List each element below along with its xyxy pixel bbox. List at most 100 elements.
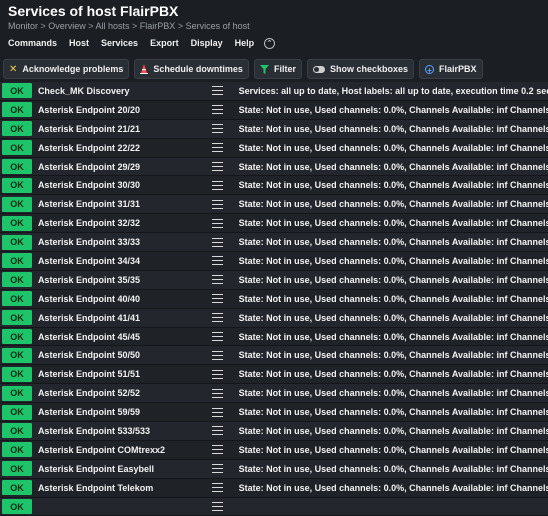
table-row[interactable]: OK Asterisk Endpoint 51/51 State: Not in u… bbox=[0, 365, 548, 385]
hamburger-menu-icon[interactable] bbox=[211, 180, 223, 190]
menu-help[interactable]: Help bbox=[235, 38, 255, 48]
show-checkboxes-button[interactable]: Show checkboxes bbox=[306, 59, 414, 79]
menu-services[interactable]: Services bbox=[101, 38, 138, 48]
service-name-link[interactable]: Asterisk Endpoint 59/59 bbox=[32, 407, 200, 417]
menu-commands[interactable]: Commands bbox=[8, 38, 57, 48]
service-output: State: Not in use, Used channels: 0.0%, … bbox=[238, 199, 548, 210]
table-row[interactable]: OK Asterisk Endpoint 52/52 State: Not in u… bbox=[0, 384, 548, 404]
hamburger-menu-icon[interactable] bbox=[211, 162, 223, 171]
table-row[interactable]: OK Asterisk Endpoint 21/21 State: Not in u… bbox=[0, 119, 548, 139]
table-row[interactable]: OK Asterisk Endpoint COMtrexx2 State: Not … bbox=[0, 440, 548, 460]
table-row[interactable]: OK Check_MK Discovery Services: all up to … bbox=[0, 82, 548, 101]
service-name-link[interactable]: Asterisk Endpoint 30/30 bbox=[32, 180, 200, 190]
table-row[interactable]: OK Asterisk Endpoint 50/50 State: Not in u… bbox=[0, 346, 548, 366]
service-name-link[interactable]: Asterisk Endpoint 52/52 bbox=[32, 388, 200, 398]
table-row[interactable]: OK bbox=[0, 497, 548, 516]
table-row[interactable]: OK Asterisk Endpoint 40/40 State: Not in u… bbox=[0, 289, 548, 309]
table-row[interactable]: OK Asterisk Endpoint 30/30 State: Not in u… bbox=[0, 176, 548, 196]
table-row[interactable]: OK Asterisk Endpoint 29/29 State: Not in u… bbox=[0, 157, 548, 177]
state-badge: OK bbox=[2, 196, 32, 212]
service-name-link[interactable]: Asterisk Endpoint 20/20 bbox=[32, 105, 200, 115]
hamburger-menu-icon[interactable] bbox=[211, 105, 223, 115]
hamburger-menu-icon[interactable] bbox=[211, 426, 223, 436]
table-row[interactable]: OK Asterisk Endpoint 59/59 State: Not in u… bbox=[0, 403, 548, 423]
hamburger-menu-icon[interactable] bbox=[211, 313, 223, 323]
hamburger-menu-icon[interactable] bbox=[211, 369, 223, 379]
filter-button[interactable]: Filter bbox=[253, 59, 302, 79]
hamburger-menu-icon[interactable] bbox=[211, 332, 223, 342]
state-badge: OK bbox=[2, 121, 32, 137]
table-row[interactable]: OK Asterisk Endpoint 35/35 State: Not in u… bbox=[0, 270, 548, 290]
hamburger-menu-icon[interactable] bbox=[211, 294, 223, 304]
hamburger-menu-icon[interactable] bbox=[211, 350, 223, 360]
acknowledge-label: Acknowledge problems bbox=[22, 64, 124, 74]
service-name-link[interactable]: Asterisk Endpoint 45/45 bbox=[32, 332, 200, 342]
state-badge: OK bbox=[2, 423, 32, 439]
table-row[interactable]: OK Asterisk Endpoint 33/33 State: Not in u… bbox=[0, 233, 548, 253]
service-name-link[interactable]: Asterisk Endpoint 22/22 bbox=[32, 143, 200, 153]
hamburger-menu-icon[interactable] bbox=[211, 237, 223, 247]
table-row[interactable]: OK Asterisk Endpoint 34/34 State: Not in u… bbox=[0, 252, 548, 271]
table-row[interactable]: OK Asterisk Endpoint 22/22 State: Not in u… bbox=[0, 138, 548, 158]
hamburger-menu-icon[interactable] bbox=[211, 445, 223, 455]
service-name-link[interactable]: Asterisk Endpoint 33/33 bbox=[32, 237, 200, 247]
table-row[interactable]: OK Asterisk Endpoint Easybell State: Not i… bbox=[0, 459, 548, 479]
service-output: State: Not in use, Used channels: 0.0%, … bbox=[238, 161, 548, 172]
service-name-link[interactable]: Asterisk Endpoint COMtrexx2 bbox=[32, 445, 200, 455]
hamburger-menu-icon[interactable] bbox=[211, 86, 223, 96]
hamburger-menu-icon[interactable] bbox=[211, 124, 223, 134]
toggle-icon bbox=[312, 65, 325, 73]
table-row[interactable]: OK Asterisk Endpoint 533/533 State: Not in… bbox=[0, 422, 548, 441]
breadcrumb[interactable]: Monitor > Overview > All hosts > FlairPB… bbox=[8, 20, 548, 32]
table-row[interactable]: OK Asterisk Endpoint 31/31 State: Not in u… bbox=[0, 195, 548, 215]
schedule-downtimes-button[interactable]: Schedule downtimes bbox=[134, 59, 249, 79]
state-badge: OK bbox=[2, 461, 32, 477]
service-output: State: Not in use, Used channels: 0.0%, … bbox=[238, 331, 548, 342]
hamburger-menu-icon[interactable] bbox=[211, 407, 223, 417]
x-icon: ✕ bbox=[9, 63, 18, 75]
state-badge: OK bbox=[2, 234, 32, 250]
state-badge: OK bbox=[2, 102, 32, 118]
service-name-link[interactable]: Check_MK Discovery bbox=[32, 86, 200, 96]
state-badge: OK bbox=[2, 291, 32, 307]
menu-host[interactable]: Host bbox=[69, 38, 89, 48]
table-row[interactable]: OK Asterisk Endpoint 45/45 State: Not in u… bbox=[0, 327, 548, 347]
state-badge: OK bbox=[2, 253, 32, 269]
service-name-link[interactable]: Asterisk Endpoint 32/32 bbox=[32, 218, 200, 228]
table-row[interactable]: OK Asterisk Endpoint 20/20 State: Not in u… bbox=[0, 100, 548, 120]
service-name-link[interactable]: Asterisk Endpoint Easybell bbox=[32, 464, 200, 474]
service-name-link[interactable]: Asterisk Endpoint 21/21 bbox=[32, 124, 200, 134]
hamburger-menu-icon[interactable] bbox=[211, 256, 223, 266]
hamburger-menu-icon[interactable] bbox=[211, 464, 223, 474]
hamburger-menu-icon[interactable] bbox=[211, 483, 223, 493]
hamburger-menu-icon[interactable] bbox=[211, 388, 223, 398]
hamburger-menu-icon[interactable] bbox=[211, 502, 223, 512]
service-name-link[interactable]: Asterisk Endpoint 31/31 bbox=[32, 199, 200, 209]
plus-icon: + bbox=[425, 64, 434, 75]
table-row[interactable]: OK Asterisk Endpoint Telekom State: Not in… bbox=[0, 478, 548, 498]
service-name-link[interactable]: Asterisk Endpoint 51/51 bbox=[32, 369, 200, 379]
service-name-link[interactable]: Asterisk Endpoint 29/29 bbox=[32, 162, 200, 172]
host-flairpbx-button[interactable]: + FlairPBX bbox=[419, 59, 483, 79]
hamburger-menu-icon[interactable] bbox=[211, 199, 223, 209]
service-name-link[interactable]: Asterisk Endpoint 40/40 bbox=[32, 294, 200, 304]
chevron-up-icon[interactable]: ⌃ bbox=[264, 37, 276, 49]
service-name-link[interactable]: Asterisk Endpoint 34/34 bbox=[32, 256, 200, 266]
hamburger-menu-icon[interactable] bbox=[211, 218, 223, 228]
service-output: State: Not in use, Used channels: 0.0%, … bbox=[238, 388, 548, 399]
service-name-link[interactable]: Asterisk Endpoint 41/41 bbox=[32, 313, 200, 323]
service-output: State: Not in use, Used channels: 0.0%, … bbox=[238, 104, 548, 115]
service-name-link[interactable]: Asterisk Endpoint 50/50 bbox=[32, 350, 200, 360]
service-name-link[interactable]: Asterisk Endpoint 35/35 bbox=[32, 275, 200, 285]
state-badge: OK bbox=[2, 442, 32, 458]
service-output: State: Not in use, Used channels: 0.0%, … bbox=[238, 218, 548, 229]
hamburger-menu-icon[interactable] bbox=[211, 143, 223, 153]
menu-export[interactable]: Export bbox=[150, 38, 179, 48]
service-name-link[interactable]: Asterisk Endpoint Telekom bbox=[32, 483, 200, 493]
service-name-link[interactable]: Asterisk Endpoint 533/533 bbox=[32, 426, 200, 436]
acknowledge-problems-button[interactable]: ✕ Acknowledge problems bbox=[3, 59, 130, 79]
menu-display[interactable]: Display bbox=[191, 38, 223, 48]
hamburger-menu-icon[interactable] bbox=[211, 275, 223, 285]
table-row[interactable]: OK Asterisk Endpoint 41/41 State: Not in u… bbox=[0, 308, 548, 328]
table-row[interactable]: OK Asterisk Endpoint 32/32 State: Not in u… bbox=[0, 214, 548, 234]
